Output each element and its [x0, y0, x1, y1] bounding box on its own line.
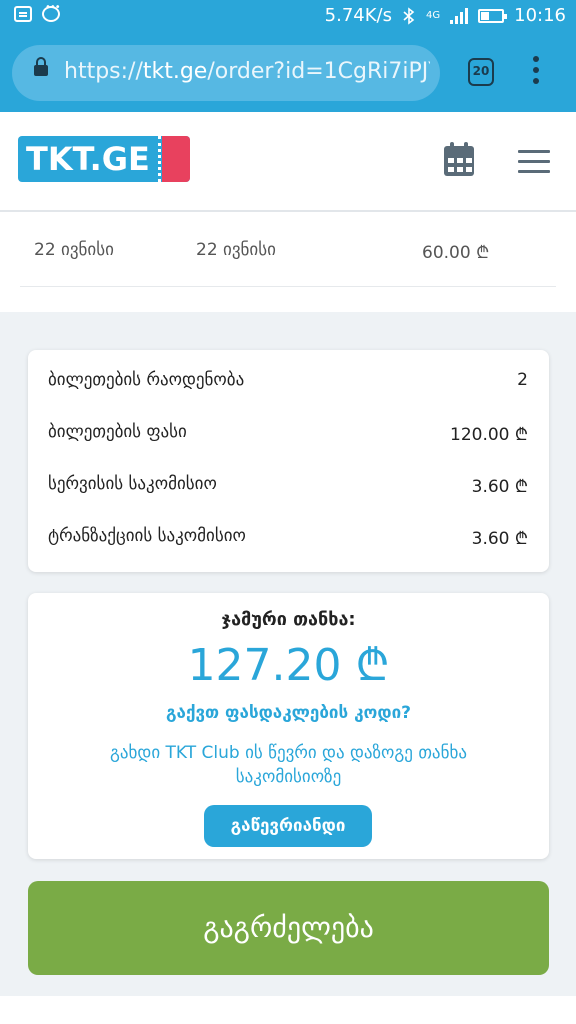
browser-menu-icon[interactable]	[528, 56, 544, 88]
status-bar: 5.74K/s 4G 10:16	[0, 0, 576, 34]
bluetooth-icon	[403, 6, 415, 25]
battery-fill	[481, 11, 490, 20]
bottom-strip	[0, 996, 576, 1024]
message-icon	[14, 6, 32, 22]
summary-label: ბილეთების რაოდენობა	[48, 370, 245, 390]
summary-row-service-fee: სერვისის საკომისიო 3.60 ₾	[48, 474, 528, 504]
signal-icon	[450, 7, 469, 24]
status-left	[14, 2, 60, 22]
hamburger-menu-icon[interactable]	[518, 150, 550, 173]
url-path: /order?id=1CgRi7iPJYfe	[207, 59, 430, 84]
logo-ticket-stub	[158, 136, 190, 182]
trip-row-inner: 22 ივნისი 22 ივნისი 60.00 ₾	[20, 212, 556, 287]
join-club-button[interactable]: გაწევრიანდი	[204, 805, 372, 847]
summary-row-transaction-fee: ტრანზაქციის საკომისიო 3.60 ₾	[48, 526, 528, 556]
total-amount: 127.20 ₾	[187, 640, 390, 691]
calendar-icon[interactable]	[444, 142, 474, 176]
trip-row: 22 ივნისი 22 ივნისი 60.00 ₾	[0, 212, 576, 312]
continue-button[interactable]: გაგრძელება	[28, 881, 549, 975]
browser-toolbar: https://tkt.ge/order?id=1CgRi7iPJYfe 20	[0, 34, 576, 112]
promo-code-link[interactable]: გაქვთ ფასდაკლების კოდი?	[28, 703, 549, 723]
logo-text: TKT.GE	[26, 140, 150, 178]
price-summary-card: ბილეთების რაოდენობა 2 ბილეთების ფასი 120…	[28, 350, 549, 572]
network-type: 4G	[426, 10, 441, 21]
total-card: ჯამური თანხა: 127.20 ₾ გაქვთ ფასდაკლების…	[28, 593, 549, 859]
summary-row-ticket-count: ბილეთების რაოდენობა 2	[48, 370, 528, 400]
summary-value: 3.60 ₾	[471, 477, 528, 497]
status-right: 5.74K/s 4G 10:16	[325, 5, 566, 26]
url-text[interactable]: https://tkt.ge/order?id=1CgRi7iPJYfe	[64, 59, 430, 84]
arrival-date: 22 ივნისი	[196, 240, 276, 260]
battery-icon	[478, 8, 508, 23]
tkt-club-link[interactable]: გახდი TKT Club ის წევრი და დაზოგე თანხა …	[58, 741, 519, 789]
clock: 10:16	[514, 5, 566, 26]
summary-value: 3.60 ₾	[471, 529, 528, 549]
url-field[interactable]: https://tkt.ge/order?id=1CgRi7iPJYfe	[12, 45, 440, 101]
tkt-logo[interactable]: TKT.GE	[18, 136, 190, 182]
site-header: TKT.GE	[0, 112, 576, 212]
url-host: tkt.ge	[142, 59, 208, 84]
lock-icon	[34, 57, 48, 76]
summary-value: 120.00 ₾	[450, 425, 528, 445]
total-label: ჯამური თანხა:	[221, 609, 356, 630]
departure-date: 22 ივნისი	[34, 240, 114, 260]
network-speed: 5.74K/s	[324, 5, 392, 26]
summary-label: ბილეთების ფასი	[48, 422, 187, 442]
summary-row-ticket-price: ბილეთების ფასი 120.00 ₾	[48, 422, 528, 452]
trip-price: 60.00 ₾	[422, 243, 490, 263]
chat-dots-icon	[42, 2, 60, 22]
summary-value: 2	[517, 370, 528, 390]
summary-label: ტრანზაქციის საკომისიო	[48, 526, 246, 546]
url-prefix: https://	[64, 59, 143, 84]
summary-label: სერვისის საკომისიო	[48, 474, 217, 494]
tabs-count-icon[interactable]: 20	[468, 58, 494, 86]
